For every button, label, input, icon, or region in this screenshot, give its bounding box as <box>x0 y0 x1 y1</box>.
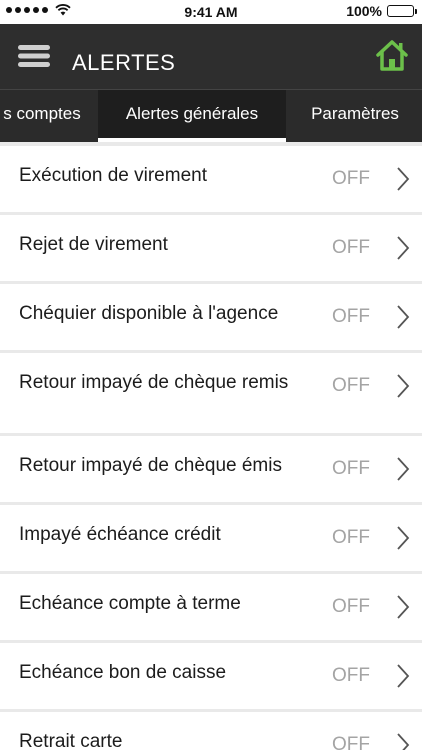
alert-item-echeance-bon-caisse[interactable]: Echéance bon de caisse OFF <box>0 643 422 709</box>
chevron-right-icon <box>397 664 410 688</box>
chevron-right-icon <box>397 305 410 329</box>
chevron-right-icon <box>397 374 410 398</box>
tab-alertes-generales[interactable]: Alertes générales <box>98 90 286 142</box>
chevron-right-icon <box>397 167 410 191</box>
alert-status: OFF <box>332 306 370 327</box>
alert-label: Chéquier disponible à l'agence <box>19 303 279 324</box>
battery-icon <box>387 5 417 17</box>
battery-percent: 100% <box>346 3 382 19</box>
tab-comptes[interactable]: s comptes <box>0 90 98 142</box>
alert-status: OFF <box>332 596 370 617</box>
alert-status: OFF <box>332 734 370 750</box>
tab-label: Alertes générales <box>125 104 259 123</box>
hamburger-menu-icon[interactable] <box>16 43 52 69</box>
alert-status: OFF <box>332 168 370 189</box>
battery-indicator: 100% <box>346 3 417 19</box>
alert-item-retour-impaye-emis[interactable]: Retour impayé de chèque émis OFF <box>0 436 422 502</box>
home-icon[interactable] <box>374 38 410 74</box>
alert-status: OFF <box>332 237 370 258</box>
app-header: ALERTES <box>0 24 422 90</box>
chevron-right-icon <box>397 457 410 481</box>
alert-item-execution-virement[interactable]: Exécution de virement OFF <box>0 146 422 212</box>
alert-label: Retour impayé de chèque émis <box>19 455 282 476</box>
alert-status: OFF <box>332 527 370 548</box>
page-title: ALERTES <box>72 50 176 75</box>
alert-label: Retrait carte <box>19 731 123 750</box>
tab-bar: s comptes Alertes générales Paramètres <box>0 90 422 142</box>
alert-item-retour-impaye-remis[interactable]: Retour impayé de chèque remis OFF <box>0 353 422 433</box>
alert-item-retrait-carte[interactable]: Retrait carte OFF <box>0 712 422 750</box>
alert-item-chequier-disponible[interactable]: Chéquier disponible à l'agence OFF <box>0 284 422 350</box>
active-tab-indicator <box>98 138 286 142</box>
status-bar: 9:41 AM 100% <box>0 0 422 24</box>
alert-status: OFF <box>332 665 370 686</box>
alert-label: Exécution de virement <box>19 165 207 186</box>
tab-parametres[interactable]: Paramètres <box>288 90 422 142</box>
alert-label: Echéance compte à terme <box>19 593 241 614</box>
alert-status: OFF <box>332 375 370 396</box>
alert-status: OFF <box>332 458 370 479</box>
chevron-right-icon <box>397 526 410 550</box>
alert-item-impaye-echeance-credit[interactable]: Impayé échéance crédit OFF <box>0 505 422 571</box>
alert-label: Echéance bon de caisse <box>19 662 227 683</box>
alert-item-rejet-virement[interactable]: Rejet de virement OFF <box>0 215 422 281</box>
alert-item-echeance-compte-terme[interactable]: Echéance compte à terme OFF <box>0 574 422 640</box>
chevron-right-icon <box>397 595 410 619</box>
chevron-right-icon <box>397 733 410 750</box>
alert-label: Impayé échéance crédit <box>19 524 221 545</box>
alert-label: Retour impayé de chèque remis <box>19 372 289 393</box>
alert-label: Rejet de virement <box>19 234 168 255</box>
chevron-right-icon <box>397 236 410 260</box>
